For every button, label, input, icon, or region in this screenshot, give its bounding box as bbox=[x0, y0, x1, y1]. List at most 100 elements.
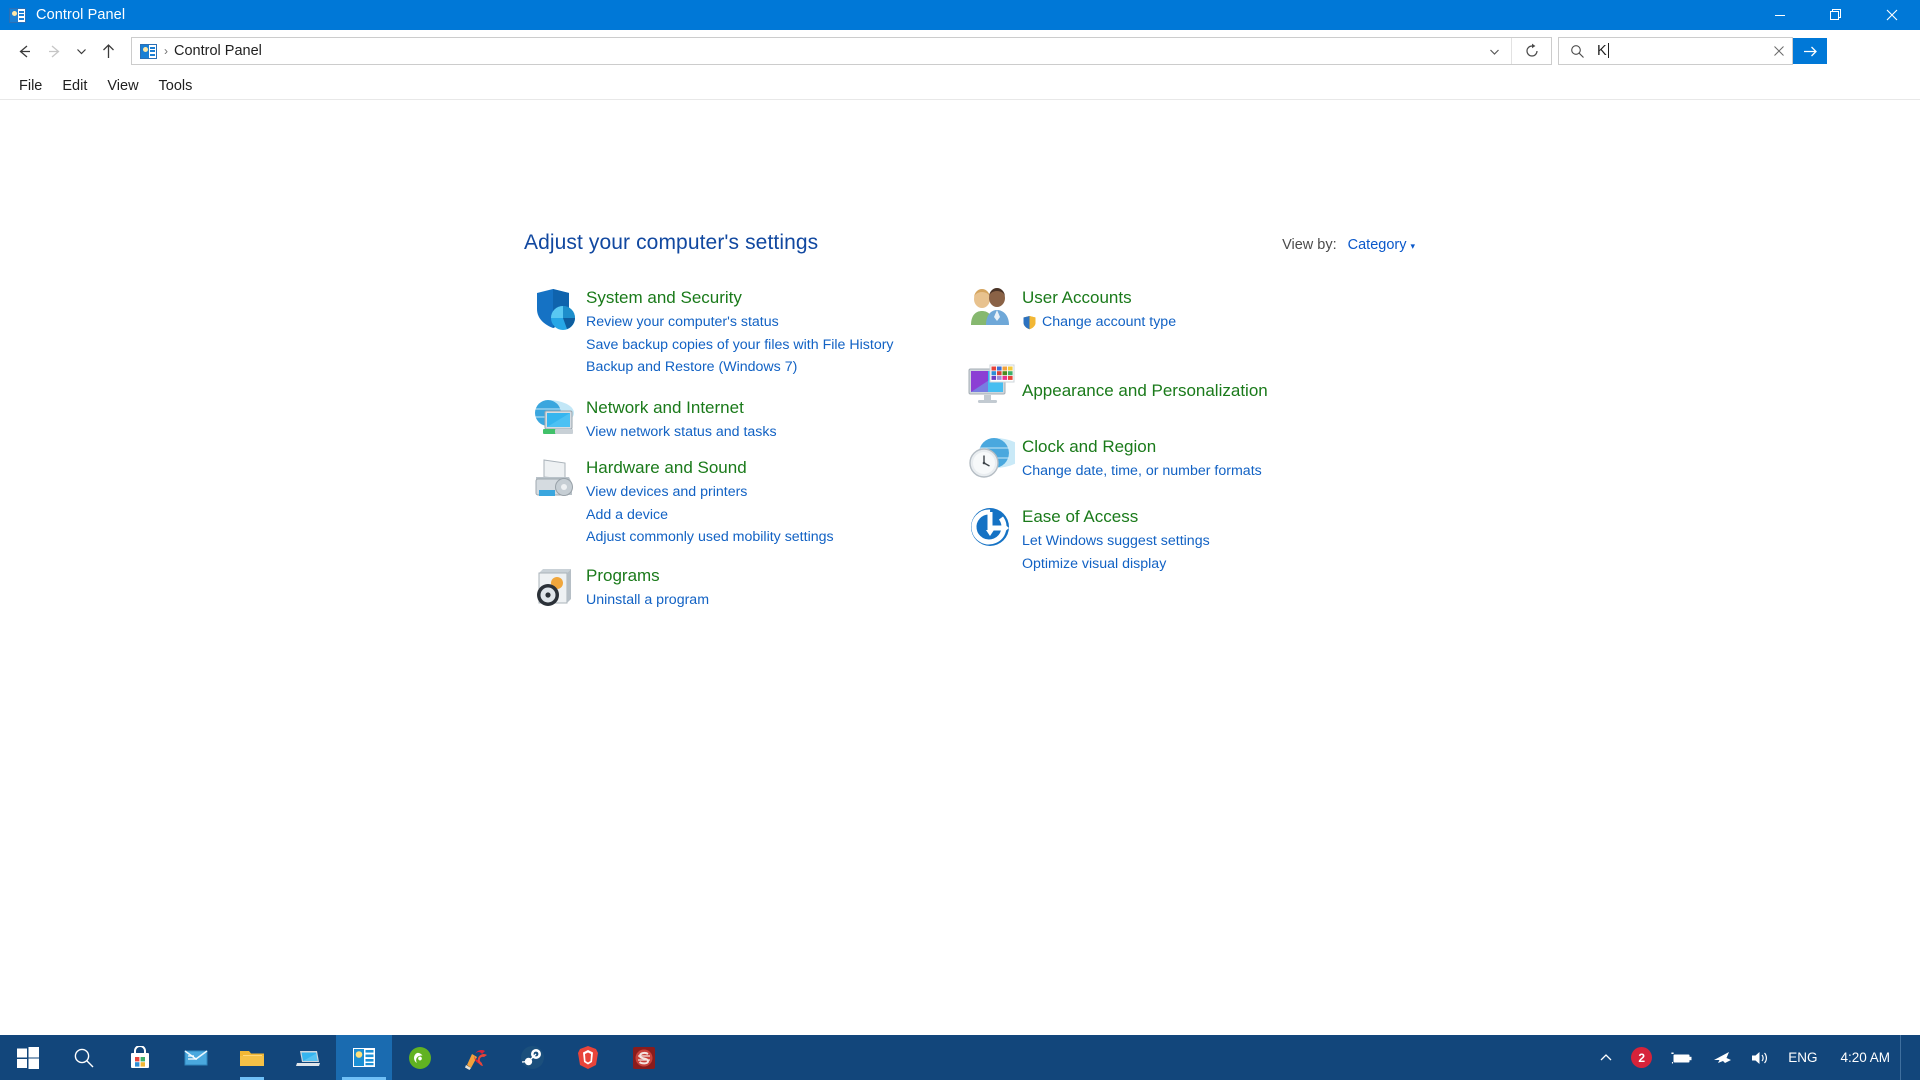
taskbar: 2 ENG 4:20 AM bbox=[0, 1035, 1920, 1080]
category-ease-of-access: Ease of Access Let Windows suggest setti… bbox=[960, 504, 1390, 575]
file-explorer-icon bbox=[239, 1047, 265, 1069]
nvidia-icon bbox=[408, 1046, 432, 1070]
chevron-down-icon[interactable] bbox=[1477, 38, 1511, 64]
navigation-bar: › Control Panel K bbox=[0, 30, 1920, 72]
tray-overflow-button[interactable] bbox=[1590, 1035, 1622, 1080]
category-title[interactable]: Clock and Region bbox=[1022, 436, 1156, 458]
category-title[interactable]: System and Security bbox=[586, 287, 742, 309]
menu-edit[interactable]: Edit bbox=[52, 76, 97, 96]
search-icon bbox=[73, 1047, 95, 1069]
text-caret bbox=[1607, 43, 1609, 58]
category-network-and-internet: Network and Internet View network status… bbox=[524, 395, 954, 444]
breadcrumb-separator: › bbox=[164, 44, 168, 58]
brave-button[interactable] bbox=[560, 1035, 616, 1080]
search-value: K bbox=[1597, 43, 1607, 59]
control-panel-icon bbox=[9, 7, 26, 23]
taskbar-search-button[interactable] bbox=[56, 1035, 112, 1080]
menu-file[interactable]: File bbox=[9, 76, 52, 96]
content-area: Adjust your computer's settings View by:… bbox=[0, 100, 1920, 1034]
search-go-button[interactable] bbox=[1793, 38, 1827, 64]
category-link[interactable]: View devices and printers bbox=[586, 481, 834, 504]
category-title[interactable]: Network and Internet bbox=[586, 397, 744, 419]
file-explorer-button[interactable] bbox=[224, 1035, 280, 1080]
microsoft-store-button[interactable] bbox=[112, 1035, 168, 1080]
clear-search-button[interactable] bbox=[1766, 45, 1792, 57]
category-hardware-and-sound: Hardware and Sound View devices and prin… bbox=[524, 455, 954, 549]
battery-icon[interactable] bbox=[1661, 1035, 1703, 1080]
taskbar-items bbox=[0, 1035, 672, 1080]
system-tray: 2 ENG 4:20 AM bbox=[1590, 1035, 1920, 1080]
category-link[interactable]: Let Windows suggest settings bbox=[1022, 530, 1210, 553]
control-panel-icon bbox=[352, 1047, 376, 1068]
minimize-button[interactable] bbox=[1752, 0, 1808, 30]
page-title: Adjust your computer's settings bbox=[524, 231, 819, 254]
window-title: Control Panel bbox=[36, 7, 126, 23]
ease-of-access-icon bbox=[960, 504, 1022, 575]
up-button[interactable] bbox=[93, 36, 123, 66]
category-title[interactable]: Hardware and Sound bbox=[586, 457, 747, 479]
start-button[interactable] bbox=[0, 1035, 56, 1080]
microsoft-store-icon bbox=[128, 1045, 152, 1070]
restore-button[interactable] bbox=[1808, 0, 1864, 30]
category-link[interactable]: Add a device bbox=[586, 504, 834, 527]
steam-button[interactable] bbox=[504, 1035, 560, 1080]
ccleaner-icon bbox=[463, 1046, 489, 1070]
category-link[interactable]: Backup and Restore (Windows 7) bbox=[586, 356, 894, 379]
windows-logo-icon bbox=[17, 1046, 39, 1069]
programs-icon bbox=[524, 563, 586, 612]
system-and-security-icon bbox=[524, 285, 586, 379]
category-link[interactable]: Save backup copies of your files with Fi… bbox=[586, 334, 894, 357]
airplane-mode-icon[interactable] bbox=[1703, 1035, 1741, 1080]
search-input[interactable]: K bbox=[1597, 43, 1609, 59]
nvidia-button[interactable] bbox=[392, 1035, 448, 1080]
close-button[interactable] bbox=[1864, 0, 1920, 30]
window-title-bar[interactable]: Control Panel bbox=[0, 0, 1920, 30]
address-bar[interactable]: › Control Panel bbox=[131, 37, 1552, 65]
ccleaner-button[interactable] bbox=[448, 1035, 504, 1080]
category-title[interactable]: User Accounts bbox=[1022, 287, 1132, 309]
breadcrumb[interactable]: Control Panel bbox=[174, 43, 262, 59]
control-panel-button[interactable] bbox=[336, 1035, 392, 1080]
category-link[interactable]: Uninstall a program bbox=[586, 589, 709, 612]
notification-badge[interactable]: 2 bbox=[1622, 1035, 1661, 1080]
category-title[interactable]: Programs bbox=[586, 565, 660, 587]
language-indicator[interactable]: ENG bbox=[1779, 1035, 1826, 1080]
category-link[interactable]: Adjust commonly used mobility settings bbox=[586, 526, 834, 549]
category-link[interactable]: Change account type bbox=[1022, 311, 1176, 334]
category-title[interactable]: Ease of Access bbox=[1022, 506, 1138, 528]
category-link[interactable]: Review your computer's status bbox=[586, 311, 894, 334]
laptop-icon bbox=[295, 1047, 321, 1069]
s-logo-icon bbox=[632, 1046, 656, 1070]
s-app-button[interactable] bbox=[616, 1035, 672, 1080]
clock[interactable]: 4:20 AM bbox=[1826, 1050, 1900, 1065]
category-system-and-security: System and Security Review your computer… bbox=[524, 285, 954, 379]
category-appearance-and-personalization: Appearance and Personalization bbox=[960, 362, 1390, 408]
category-clock-and-region: Clock and Region Change date, time, or n… bbox=[960, 434, 1390, 483]
menu-tools[interactable]: Tools bbox=[149, 76, 203, 96]
hardware-and-sound-icon bbox=[524, 455, 586, 549]
forward-button[interactable] bbox=[39, 36, 69, 66]
menu-view[interactable]: View bbox=[97, 76, 148, 96]
brave-icon bbox=[576, 1045, 600, 1070]
search-icon bbox=[1570, 44, 1585, 59]
clock-and-region-icon bbox=[960, 434, 1022, 483]
search-box[interactable]: K bbox=[1558, 37, 1793, 65]
volume-icon[interactable] bbox=[1741, 1035, 1779, 1080]
category-link[interactable]: View network status and tasks bbox=[586, 421, 777, 444]
appearance-and-personalization-icon bbox=[960, 362, 1022, 408]
mail-button[interactable] bbox=[168, 1035, 224, 1080]
user-accounts-icon bbox=[960, 285, 1022, 334]
steam-icon bbox=[520, 1045, 545, 1070]
refresh-button[interactable] bbox=[1511, 38, 1551, 64]
back-button[interactable] bbox=[9, 36, 39, 66]
status-badge: 2 bbox=[1631, 1047, 1653, 1068]
category-title[interactable]: Appearance and Personalization bbox=[1022, 380, 1268, 402]
show-desktop-button[interactable] bbox=[1900, 1035, 1908, 1080]
view-by-dropdown[interactable]: Category ▾ bbox=[1348, 236, 1415, 254]
category-link[interactable]: Change date, time, or number formats bbox=[1022, 460, 1262, 483]
uac-shield-icon bbox=[1022, 315, 1037, 330]
category-user-accounts: User Accounts Change account type bbox=[960, 285, 1390, 334]
recent-locations-button[interactable] bbox=[69, 36, 93, 66]
category-link[interactable]: Optimize visual display bbox=[1022, 553, 1210, 576]
remote-desktop-button[interactable] bbox=[280, 1035, 336, 1080]
